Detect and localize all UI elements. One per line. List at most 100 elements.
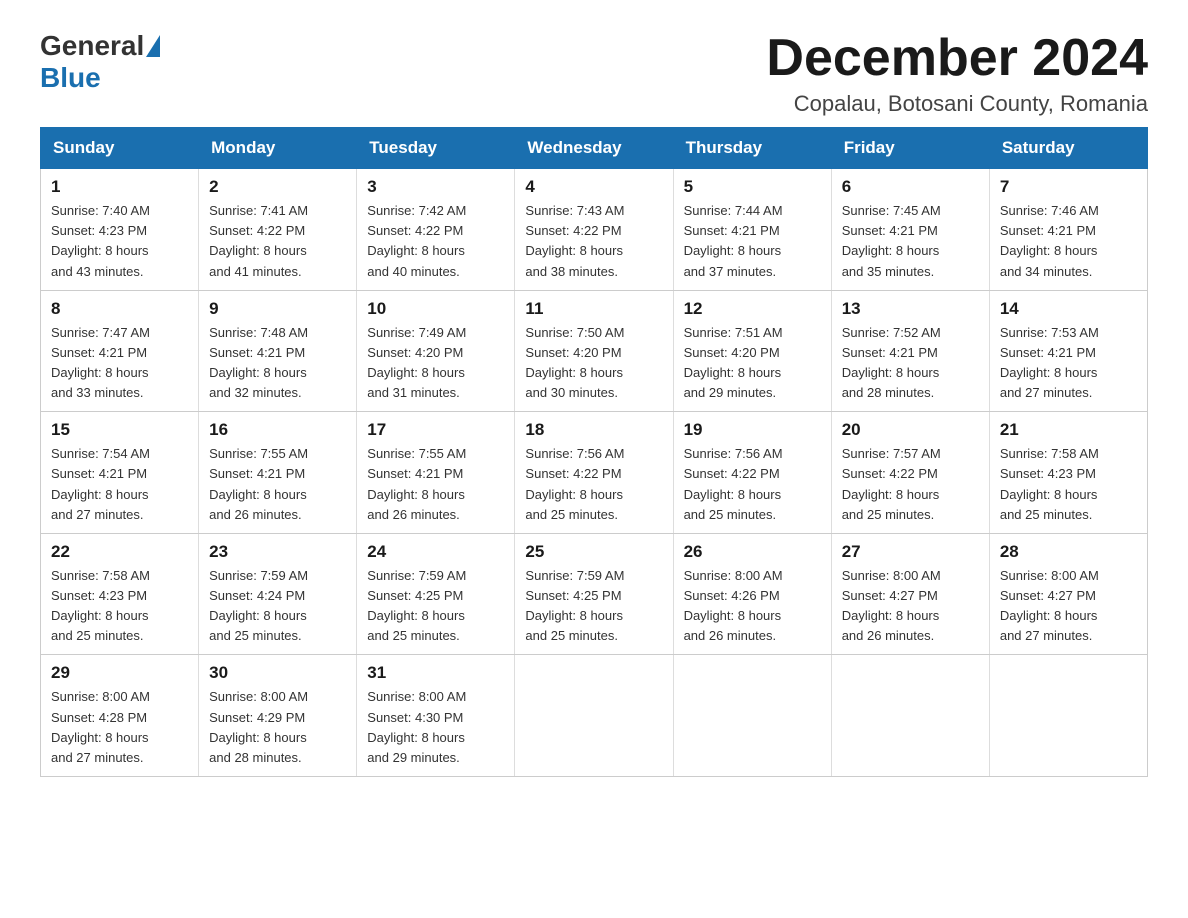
page-header: General Blue December 2024 Copalau, Boto… [40,30,1148,117]
day-info: Sunrise: 7:53 AMSunset: 4:21 PMDaylight:… [1000,325,1099,400]
day-info: Sunrise: 7:58 AMSunset: 4:23 PMDaylight:… [51,568,150,643]
day-info: Sunrise: 7:44 AMSunset: 4:21 PMDaylight:… [684,203,783,278]
table-row: 10 Sunrise: 7:49 AMSunset: 4:20 PMDaylig… [357,290,515,412]
table-row: 13 Sunrise: 7:52 AMSunset: 4:21 PMDaylig… [831,290,989,412]
col-wednesday: Wednesday [515,128,673,169]
logo: General Blue [40,30,160,94]
day-number: 26 [684,542,821,562]
day-info: Sunrise: 7:56 AMSunset: 4:22 PMDaylight:… [525,446,624,521]
day-info: Sunrise: 7:51 AMSunset: 4:20 PMDaylight:… [684,325,783,400]
table-row: 19 Sunrise: 7:56 AMSunset: 4:22 PMDaylig… [673,412,831,534]
day-number: 5 [684,177,821,197]
day-info: Sunrise: 8:00 AMSunset: 4:26 PMDaylight:… [684,568,783,643]
day-info: Sunrise: 7:54 AMSunset: 4:21 PMDaylight:… [51,446,150,521]
day-number: 24 [367,542,504,562]
table-row: 25 Sunrise: 7:59 AMSunset: 4:25 PMDaylig… [515,533,673,655]
day-info: Sunrise: 7:55 AMSunset: 4:21 PMDaylight:… [209,446,308,521]
day-number: 25 [525,542,662,562]
day-info: Sunrise: 8:00 AMSunset: 4:27 PMDaylight:… [842,568,941,643]
day-info: Sunrise: 7:58 AMSunset: 4:23 PMDaylight:… [1000,446,1099,521]
calendar-week-row: 29 Sunrise: 8:00 AMSunset: 4:28 PMDaylig… [41,655,1148,777]
day-info: Sunrise: 8:00 AMSunset: 4:27 PMDaylight:… [1000,568,1099,643]
day-info: Sunrise: 7:57 AMSunset: 4:22 PMDaylight:… [842,446,941,521]
logo-triangle-icon [146,35,160,57]
day-info: Sunrise: 7:41 AMSunset: 4:22 PMDaylight:… [209,203,308,278]
table-row: 11 Sunrise: 7:50 AMSunset: 4:20 PMDaylig… [515,290,673,412]
calendar-subtitle: Copalau, Botosani County, Romania [766,91,1148,117]
day-number: 11 [525,299,662,319]
day-info: Sunrise: 7:52 AMSunset: 4:21 PMDaylight:… [842,325,941,400]
table-row: 29 Sunrise: 8:00 AMSunset: 4:28 PMDaylig… [41,655,199,777]
day-info: Sunrise: 7:47 AMSunset: 4:21 PMDaylight:… [51,325,150,400]
table-row: 17 Sunrise: 7:55 AMSunset: 4:21 PMDaylig… [357,412,515,534]
day-info: Sunrise: 7:43 AMSunset: 4:22 PMDaylight:… [525,203,624,278]
table-row: 12 Sunrise: 7:51 AMSunset: 4:20 PMDaylig… [673,290,831,412]
day-number: 17 [367,420,504,440]
day-number: 4 [525,177,662,197]
day-info: Sunrise: 8:00 AMSunset: 4:28 PMDaylight:… [51,689,150,764]
day-info: Sunrise: 7:59 AMSunset: 4:25 PMDaylight:… [525,568,624,643]
day-number: 1 [51,177,188,197]
calendar-table: Sunday Monday Tuesday Wednesday Thursday… [40,127,1148,777]
day-info: Sunrise: 7:48 AMSunset: 4:21 PMDaylight:… [209,325,308,400]
day-info: Sunrise: 7:56 AMSunset: 4:22 PMDaylight:… [684,446,783,521]
calendar-week-row: 1 Sunrise: 7:40 AMSunset: 4:23 PMDayligh… [41,169,1148,291]
col-sunday: Sunday [41,128,199,169]
title-block: December 2024 Copalau, Botosani County, … [766,30,1148,117]
table-row [515,655,673,777]
day-number: 7 [1000,177,1137,197]
table-row: 4 Sunrise: 7:43 AMSunset: 4:22 PMDayligh… [515,169,673,291]
col-saturday: Saturday [989,128,1147,169]
col-tuesday: Tuesday [357,128,515,169]
day-number: 13 [842,299,979,319]
table-row: 3 Sunrise: 7:42 AMSunset: 4:22 PMDayligh… [357,169,515,291]
day-number: 6 [842,177,979,197]
table-row: 22 Sunrise: 7:58 AMSunset: 4:23 PMDaylig… [41,533,199,655]
day-number: 9 [209,299,346,319]
table-row: 5 Sunrise: 7:44 AMSunset: 4:21 PMDayligh… [673,169,831,291]
table-row: 8 Sunrise: 7:47 AMSunset: 4:21 PMDayligh… [41,290,199,412]
day-info: Sunrise: 7:59 AMSunset: 4:24 PMDaylight:… [209,568,308,643]
day-info: Sunrise: 7:45 AMSunset: 4:21 PMDaylight:… [842,203,941,278]
table-row: 16 Sunrise: 7:55 AMSunset: 4:21 PMDaylig… [199,412,357,534]
day-number: 20 [842,420,979,440]
calendar-header-row: Sunday Monday Tuesday Wednesday Thursday… [41,128,1148,169]
logo-blue-text: Blue [40,62,101,93]
day-number: 27 [842,542,979,562]
table-row: 23 Sunrise: 7:59 AMSunset: 4:24 PMDaylig… [199,533,357,655]
logo-general-text: General [40,30,144,62]
table-row: 27 Sunrise: 8:00 AMSunset: 4:27 PMDaylig… [831,533,989,655]
day-number: 22 [51,542,188,562]
day-info: Sunrise: 8:00 AMSunset: 4:29 PMDaylight:… [209,689,308,764]
day-number: 3 [367,177,504,197]
table-row: 1 Sunrise: 7:40 AMSunset: 4:23 PMDayligh… [41,169,199,291]
table-row: 15 Sunrise: 7:54 AMSunset: 4:21 PMDaylig… [41,412,199,534]
col-monday: Monday [199,128,357,169]
day-number: 15 [51,420,188,440]
table-row: 21 Sunrise: 7:58 AMSunset: 4:23 PMDaylig… [989,412,1147,534]
table-row: 26 Sunrise: 8:00 AMSunset: 4:26 PMDaylig… [673,533,831,655]
col-thursday: Thursday [673,128,831,169]
col-friday: Friday [831,128,989,169]
calendar-week-row: 15 Sunrise: 7:54 AMSunset: 4:21 PMDaylig… [41,412,1148,534]
day-number: 30 [209,663,346,683]
table-row: 9 Sunrise: 7:48 AMSunset: 4:21 PMDayligh… [199,290,357,412]
day-number: 8 [51,299,188,319]
table-row [831,655,989,777]
day-number: 29 [51,663,188,683]
calendar-title: December 2024 [766,30,1148,87]
day-number: 19 [684,420,821,440]
day-number: 16 [209,420,346,440]
table-row: 24 Sunrise: 7:59 AMSunset: 4:25 PMDaylig… [357,533,515,655]
table-row: 31 Sunrise: 8:00 AMSunset: 4:30 PMDaylig… [357,655,515,777]
day-number: 21 [1000,420,1137,440]
table-row: 28 Sunrise: 8:00 AMSunset: 4:27 PMDaylig… [989,533,1147,655]
day-info: Sunrise: 7:40 AMSunset: 4:23 PMDaylight:… [51,203,150,278]
table-row: 18 Sunrise: 7:56 AMSunset: 4:22 PMDaylig… [515,412,673,534]
day-info: Sunrise: 7:46 AMSunset: 4:21 PMDaylight:… [1000,203,1099,278]
calendar-week-row: 22 Sunrise: 7:58 AMSunset: 4:23 PMDaylig… [41,533,1148,655]
day-number: 28 [1000,542,1137,562]
table-row: 30 Sunrise: 8:00 AMSunset: 4:29 PMDaylig… [199,655,357,777]
day-info: Sunrise: 7:55 AMSunset: 4:21 PMDaylight:… [367,446,466,521]
table-row: 20 Sunrise: 7:57 AMSunset: 4:22 PMDaylig… [831,412,989,534]
